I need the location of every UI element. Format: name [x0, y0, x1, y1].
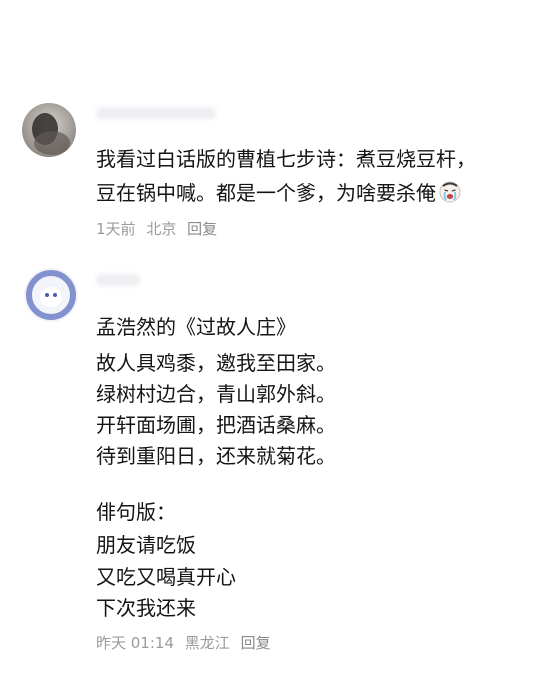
poem-line: 绿树村边合，青山郭外斜。 — [96, 382, 336, 406]
comment-meta: 昨天 01:14 黑龙江 回复 — [96, 632, 277, 653]
location: 黑龙江 — [184, 634, 230, 652]
poem-line: 待到重阳日，还来就菊花。 — [96, 444, 336, 468]
haiku-line: 又吃又喝真开心 — [96, 565, 236, 589]
haiku-title: 俳句版： — [96, 500, 176, 524]
reply-link[interactable]: 回复 — [241, 634, 271, 652]
poem-line: 故人具鸡黍，邀我至田家。 — [96, 351, 336, 375]
comment-title: 孟浩然的《过故人庄》 — [96, 315, 296, 339]
avatar[interactable] — [24, 268, 78, 322]
poem-line: 开轩面场圃，把酒话桑麻。 — [96, 413, 336, 437]
timestamp: 昨天 01:14 — [96, 634, 174, 652]
comment-2: 孟浩然的《过故人庄》 故人具鸡黍，邀我至田家。 绿树村边合，青山郭外斜。 开轩面… — [0, 0, 550, 683]
haiku-line: 朋友请吃饭 — [96, 533, 196, 557]
haiku-line: 下次我还来 — [96, 596, 196, 620]
username-blurred[interactable] — [96, 274, 140, 286]
